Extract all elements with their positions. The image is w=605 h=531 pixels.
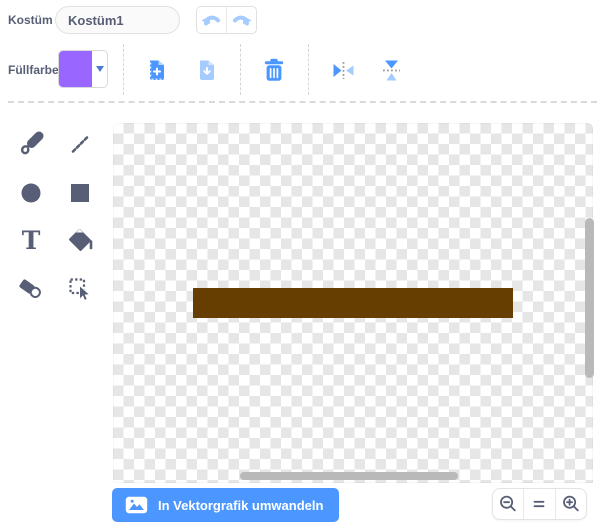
eraser-icon — [17, 275, 45, 303]
redo-icon — [231, 12, 252, 29]
costume-name-input[interactable] — [55, 6, 180, 34]
toolbar-divider — [308, 44, 309, 95]
paint-canvas[interactable] — [113, 123, 593, 483]
copy-icon — [147, 59, 167, 82]
rectangle-icon — [66, 179, 94, 207]
tool-rectangle[interactable] — [66, 179, 94, 207]
chevron-down-icon — [92, 51, 107, 87]
tool-line[interactable] — [66, 130, 94, 158]
drawn-rectangle-shape — [193, 288, 513, 318]
toolbar-divider — [123, 44, 124, 95]
paste-button[interactable] — [194, 57, 220, 83]
zoom-out-icon — [498, 494, 518, 514]
fill-bucket-icon — [66, 226, 94, 254]
flip-vertical-icon — [381, 59, 402, 82]
zoom-reset-button[interactable] — [523, 489, 554, 519]
flip-horizontal-button[interactable] — [330, 57, 356, 83]
fill-color-label: Füllfarbe — [8, 63, 59, 77]
convert-to-vector-button[interactable]: In Vektorgrafik umwandeln — [112, 488, 340, 522]
undo-icon — [201, 12, 222, 29]
zoom-reset-icon — [529, 494, 549, 514]
horizontal-scrollbar[interactable] — [240, 472, 458, 480]
toolbar-divider — [240, 44, 241, 95]
fill-color-swatch — [59, 51, 92, 87]
flip-vertical-button[interactable] — [378, 57, 404, 83]
undo-button[interactable] — [197, 7, 226, 33]
convert-button-label: In Vektorgrafik umwandeln — [158, 497, 324, 513]
zoom-in-button[interactable] — [554, 489, 586, 519]
select-icon — [66, 275, 94, 303]
costume-label: Kostüm — [8, 13, 53, 27]
delete-button[interactable] — [261, 57, 287, 83]
zoom-controls — [492, 488, 587, 520]
line-icon — [66, 130, 94, 158]
section-divider — [8, 101, 597, 103]
flip-horizontal-icon — [332, 60, 355, 81]
zoom-in-icon — [561, 494, 581, 514]
tool-brush[interactable] — [17, 130, 45, 158]
paste-icon — [197, 59, 217, 82]
text-icon: T — [17, 226, 45, 254]
tool-select[interactable] — [66, 275, 94, 303]
vertical-scrollbar[interactable] — [585, 218, 594, 378]
undo-redo-group — [196, 6, 257, 34]
circle-icon — [17, 179, 45, 207]
image-icon — [125, 496, 148, 514]
copy-button[interactable] — [144, 57, 170, 83]
paint-editor: Kostüm Füllfarbe — [0, 0, 605, 531]
trash-icon — [264, 58, 284, 82]
fill-color-picker[interactable] — [58, 50, 108, 88]
svg-text:T: T — [22, 226, 41, 254]
brush-icon — [17, 130, 45, 158]
zoom-out-button[interactable] — [493, 489, 523, 519]
tool-fill[interactable] — [66, 226, 94, 254]
tool-circle[interactable] — [17, 179, 45, 207]
tool-eraser[interactable] — [17, 275, 45, 303]
redo-button[interactable] — [226, 7, 256, 33]
tool-text[interactable]: T — [17, 226, 45, 254]
